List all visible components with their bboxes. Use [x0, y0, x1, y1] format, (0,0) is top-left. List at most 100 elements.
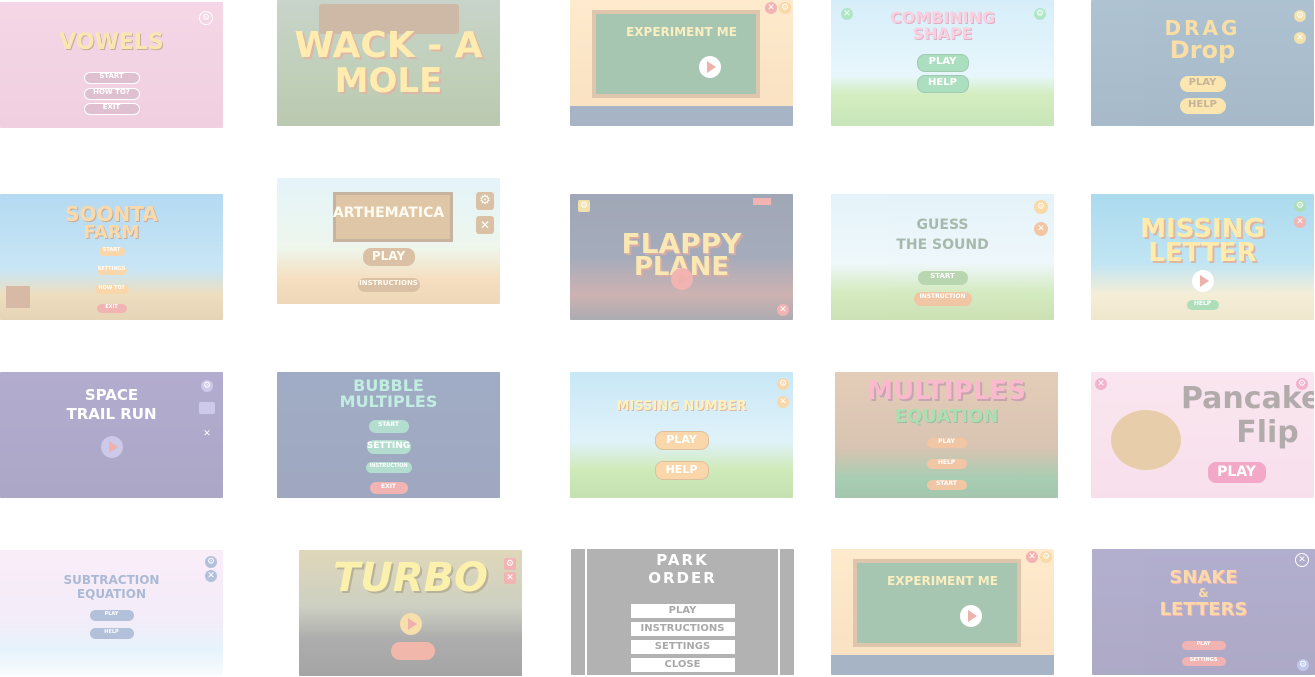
- close-icon[interactable]: ✕: [777, 396, 789, 408]
- game-card-guess-the-sound[interactable]: GUESS THE SOUND START INSTRUCTION ⚙ ✕: [831, 194, 1054, 320]
- play-button[interactable]: PLAY: [630, 604, 735, 618]
- start-button[interactable]: START: [926, 480, 967, 490]
- settings-icon[interactable]: ⚙: [1297, 659, 1309, 671]
- settings-icon[interactable]: ⚙: [779, 2, 791, 14]
- play-icon[interactable]: [698, 56, 721, 78]
- exit-button[interactable]: EXIT: [83, 103, 140, 115]
- game-card-vowels[interactable]: ⚙ VOWELS START HOW TO? EXIT: [0, 2, 223, 128]
- play-button[interactable]: PLAY: [1179, 76, 1226, 92]
- settings-icon[interactable]: ⚙: [476, 192, 494, 210]
- instructions-button[interactable]: INSTRUCTIONS: [357, 278, 420, 292]
- game-title-line1: WACK - A: [294, 25, 483, 66]
- game-title-line1: GUESS: [916, 217, 969, 233]
- play-icon[interactable]: [1191, 270, 1214, 292]
- game-card-combining-shape[interactable]: ✕ ⚙ COMBINING SHAPE PLAY HELP: [831, 0, 1054, 126]
- settings-icon[interactable]: ⚙: [578, 200, 590, 212]
- game-card-experiment-me[interactable]: EXPERIMENT ME ✕ ⚙: [570, 0, 793, 126]
- game-title: VOWELS: [59, 30, 164, 55]
- play-icon[interactable]: [959, 605, 982, 627]
- help-button[interactable]: HELP: [1179, 98, 1226, 114]
- close-icon[interactable]: ✕: [1294, 216, 1306, 228]
- chat-icon[interactable]: [199, 402, 215, 414]
- help-button[interactable]: HELP: [89, 628, 134, 639]
- settings-icon[interactable]: ⚙: [504, 558, 516, 570]
- settings-button[interactable]: SETTINGS: [96, 266, 127, 275]
- instruction-button[interactable]: INSTRUCTION: [365, 462, 412, 473]
- game-card-multiples-equation[interactable]: MULTIPLES EQUATION PLAY HELP START: [835, 372, 1058, 498]
- help-button[interactable]: HELP: [916, 75, 969, 93]
- start-button[interactable]: START: [83, 72, 140, 84]
- game-title-line2: EQUATION: [76, 587, 147, 601]
- game-card-park-order[interactable]: PARK ORDER PLAY INSTRUCTIONS SETTINGS CL…: [571, 549, 794, 675]
- game-card-missing-number[interactable]: MISSING NUMBER PLAY HELP ⚙ ✕: [570, 372, 793, 498]
- play-icon[interactable]: [399, 613, 422, 635]
- exit-button[interactable]: EXIT: [96, 304, 127, 313]
- game-title-line1: SUBTRACTION: [63, 573, 160, 587]
- exit-button[interactable]: EXIT: [369, 482, 408, 494]
- play-button[interactable]: PLAY: [926, 438, 967, 448]
- close-icon[interactable]: ✕: [1295, 553, 1309, 567]
- how-to-button[interactable]: HOW TO?: [83, 88, 140, 100]
- settings-button[interactable]: SETTINGS: [1181, 657, 1226, 666]
- setting-button[interactable]: SETTING: [366, 440, 411, 454]
- start-button[interactable]: START: [368, 420, 409, 433]
- game-card-turbo[interactable]: TURBO ⚙ ✕: [299, 550, 522, 676]
- game-card-wack-a-mole[interactable]: WACK - A MOLE: [277, 0, 500, 126]
- game-title-line1: PARK: [656, 551, 709, 569]
- game-card-soonta-farm[interactable]: SOONTA FARM START SETTINGS HOW TO? EXIT: [0, 194, 223, 320]
- game-card-space-trail-run[interactable]: SPACE TRAIL RUN ⚙ ✕: [0, 372, 223, 498]
- game-card-pancake-flip[interactable]: ✕ ⚙ Pancake Flip PLAY: [1091, 372, 1314, 498]
- instruction-button[interactable]: INSTRUCTION: [913, 292, 972, 306]
- close-icon[interactable]: ✕: [205, 570, 217, 582]
- game-title-line1: DRAG: [1164, 16, 1241, 40]
- game-title-line2: MOLE: [334, 61, 443, 101]
- play-button[interactable]: PLAY: [362, 248, 415, 266]
- settings-icon[interactable]: ⚙: [1040, 551, 1052, 563]
- settings-icon[interactable]: ⚙: [777, 378, 789, 390]
- help-button[interactable]: HELP: [926, 459, 967, 469]
- game-title-line3: LETTERS: [1159, 599, 1248, 620]
- close-icon[interactable]: ✕: [476, 216, 494, 234]
- close-icon[interactable]: ✕: [777, 304, 789, 316]
- help-button[interactable]: HELP: [654, 461, 709, 480]
- game-title: EXPERIMENT ME: [626, 25, 737, 39]
- start-button[interactable]: START: [917, 271, 968, 285]
- instructions-button[interactable]: INSTRUCTIONS: [630, 622, 735, 636]
- play-button[interactable]: PLAY: [1207, 462, 1266, 483]
- settings-icon[interactable]: ⚙: [201, 380, 213, 392]
- game-card-subtraction-equation[interactable]: SUBTRACTION EQUATION PLAY HELP ⚙ ✕: [0, 550, 223, 676]
- game-card-experiment-me-2[interactable]: EXPERIMENT ME ✕ ⚙: [831, 549, 1054, 675]
- game-title-line2: THE SOUND: [896, 237, 989, 253]
- play-button[interactable]: PLAY: [89, 610, 134, 621]
- game-card-bubble-multiples[interactable]: BUBBLE MULTIPLES START SETTING INSTRUCTI…: [277, 372, 500, 498]
- game-title-line2: &: [1198, 586, 1209, 600]
- settings-icon[interactable]: ⚙: [1034, 200, 1048, 214]
- close-button[interactable]: CLOSE: [630, 658, 735, 672]
- close-icon[interactable]: ✕: [765, 2, 777, 14]
- start-button[interactable]: START: [98, 247, 125, 256]
- settings-icon[interactable]: ⚙: [1294, 200, 1306, 212]
- game-card-flappy-plane[interactable]: FLAPPY PLANE ✕ ⚙: [570, 194, 793, 320]
- game-card-missing-letter[interactable]: MISSING LETTER HELP ⚙ ✕: [1091, 194, 1314, 320]
- close-icon[interactable]: ✕: [1026, 551, 1038, 563]
- close-icon[interactable]: ✕: [1034, 222, 1048, 236]
- close-icon[interactable]: ✕: [201, 428, 213, 440]
- play-button[interactable]: PLAY: [654, 431, 709, 450]
- play-icon[interactable]: [670, 268, 693, 290]
- close-icon[interactable]: ✕: [504, 572, 516, 584]
- close-icon[interactable]: ✕: [1095, 378, 1107, 390]
- settings-icon[interactable]: ⚙: [199, 11, 213, 25]
- game-card-arthematica[interactable]: ARTHEMATICA PLAY INSTRUCTIONS ⚙ ✕: [277, 178, 500, 304]
- crate: [6, 286, 30, 308]
- settings-button[interactable]: SETTINGS: [630, 640, 735, 654]
- game-title-line2: Drop: [1169, 36, 1236, 64]
- how-to-button[interactable]: HOW TO?: [94, 285, 129, 294]
- play-button[interactable]: PLAY: [916, 54, 969, 72]
- play-button[interactable]: PLAY: [1181, 641, 1226, 650]
- help-button[interactable]: HELP: [1186, 300, 1219, 310]
- game-card-drag-drop[interactable]: ⚙ ✕ DRAG Drop PLAY HELP: [1091, 0, 1314, 126]
- play-icon[interactable]: [100, 436, 123, 458]
- game-card-snake-letters[interactable]: SNAKE & LETTERS PLAY SETTINGS ✕ ⚙: [1092, 549, 1315, 675]
- settings-icon[interactable]: ⚙: [205, 556, 217, 568]
- game-title-line2: Flip: [1236, 415, 1299, 450]
